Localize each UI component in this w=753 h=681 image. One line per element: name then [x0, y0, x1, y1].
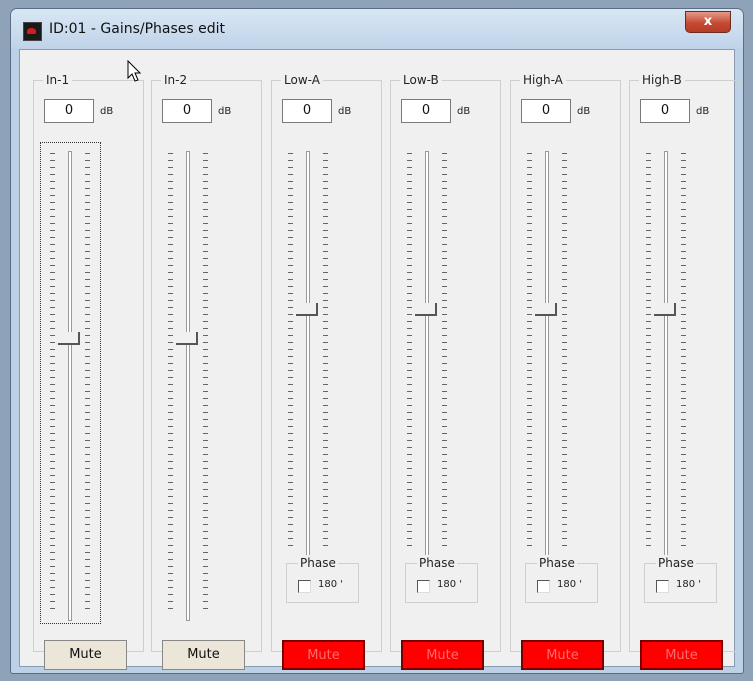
- slider-ticks-left: [50, 153, 55, 615]
- gain-unit: dB: [696, 106, 710, 117]
- phase-group: Phase 180 ': [525, 555, 598, 603]
- close-button[interactable]: x: [685, 11, 731, 33]
- gain-input[interactable]: 0: [282, 99, 332, 123]
- mouse-cursor-icon: [127, 60, 142, 82]
- channel-in-1: In-1 0 dB Mute: [33, 72, 144, 670]
- slider-ticks-left: [168, 153, 173, 615]
- slider-ticks-left: [407, 153, 412, 549]
- phase-180-checkbox[interactable]: [656, 580, 669, 593]
- gain-input[interactable]: 0: [521, 99, 571, 123]
- slider-ticks-right: [442, 153, 447, 549]
- channel-label: In-2: [161, 72, 191, 88]
- mute-button[interactable]: Mute: [282, 640, 365, 670]
- slider-track: [186, 151, 190, 621]
- gain-unit: dB: [338, 106, 352, 117]
- phase-group: Phase 180 ': [644, 555, 717, 603]
- slider-ticks-right: [681, 153, 686, 549]
- gain-input[interactable]: 0: [44, 99, 94, 123]
- gains-phases-window: ID:01 - Gains/Phases edit x In-1 0 dB Mu…: [10, 8, 744, 674]
- phase-180-checkbox[interactable]: [537, 580, 550, 593]
- slider-ticks-right: [323, 153, 328, 549]
- slider-ticks-left: [646, 153, 651, 549]
- slider-track: [306, 151, 310, 556]
- slider-track: [68, 151, 72, 621]
- phase-label: Phase: [417, 555, 457, 571]
- gain-input[interactable]: 0: [640, 99, 690, 123]
- title-bar[interactable]: ID:01 - Gains/Phases edit x: [11, 9, 743, 49]
- gain-unit: dB: [457, 106, 471, 117]
- channel-label: Low-B: [400, 72, 442, 88]
- phase-180-label: 180 ': [557, 579, 583, 590]
- channel-high-b: High-B 0 dB Phase 180 ' Mute: [629, 72, 740, 670]
- phase-180-label: 180 ': [318, 579, 344, 590]
- channel-high-a: High-A 0 dB Phase 180 ' Mute: [510, 72, 621, 670]
- channel-label: High-B: [639, 72, 685, 88]
- slider-thumb[interactable]: [535, 303, 557, 316]
- gain-unit: dB: [577, 106, 591, 117]
- slider-ticks-right: [85, 153, 90, 615]
- mute-button[interactable]: Mute: [162, 640, 245, 670]
- slider-ticks-right: [562, 153, 567, 549]
- phase-label: Phase: [537, 555, 577, 571]
- client-area: In-1 0 dB Mute In-2 0 dB Mute Low-A 0 dB…: [19, 49, 740, 670]
- phase-label: Phase: [298, 555, 338, 571]
- slider-ticks-left: [527, 153, 532, 549]
- phase-180-label: 180 ': [676, 579, 702, 590]
- slider-track: [664, 151, 668, 556]
- gain-input[interactable]: 0: [162, 99, 212, 123]
- phase-group: Phase 180 ': [405, 555, 478, 603]
- channel-low-a: Low-A 0 dB Phase 180 ' Mute: [271, 72, 382, 670]
- gain-unit: dB: [100, 106, 114, 117]
- app-icon: [23, 22, 42, 41]
- slider-ticks-right: [203, 153, 208, 615]
- phase-label: Phase: [656, 555, 696, 571]
- phase-180-checkbox[interactable]: [417, 580, 430, 593]
- channel-in-2: In-2 0 dB Mute: [151, 72, 262, 670]
- channel-label: Low-A: [281, 72, 323, 88]
- gain-input[interactable]: 0: [401, 99, 451, 123]
- slider-track: [545, 151, 549, 556]
- slider-track: [425, 151, 429, 556]
- gain-unit: dB: [218, 106, 232, 117]
- channel-label: High-A: [520, 72, 566, 88]
- mute-button[interactable]: Mute: [521, 640, 604, 670]
- mute-button[interactable]: Mute: [44, 640, 127, 670]
- phase-group: Phase 180 ': [286, 555, 359, 603]
- slider-thumb[interactable]: [176, 332, 198, 345]
- channel-label: In-1: [43, 72, 73, 88]
- slider-ticks-left: [288, 153, 293, 549]
- phase-180-checkbox[interactable]: [298, 580, 311, 593]
- slider-thumb[interactable]: [654, 303, 676, 316]
- slider-thumb[interactable]: [415, 303, 437, 316]
- window-title: ID:01 - Gains/Phases edit: [49, 21, 226, 37]
- phase-180-label: 180 ': [437, 579, 463, 590]
- slider-thumb[interactable]: [296, 303, 318, 316]
- mute-button[interactable]: Mute: [640, 640, 723, 670]
- slider-thumb[interactable]: [58, 332, 80, 345]
- mute-button[interactable]: Mute: [401, 640, 484, 670]
- channel-low-b: Low-B 0 dB Phase 180 ' Mute: [390, 72, 501, 670]
